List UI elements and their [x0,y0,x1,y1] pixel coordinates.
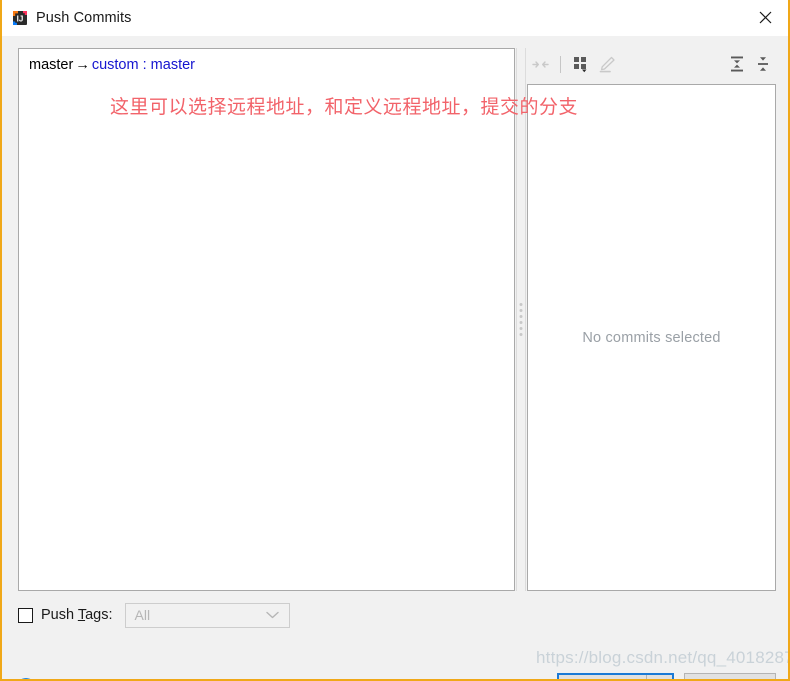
dialog-content: master → custom : master No commits sele… [2,36,788,679]
edit-icon[interactable] [594,51,620,77]
push-tags-checkbox[interactable] [18,607,33,623]
collapse-selection-icon[interactable] [527,51,553,77]
collapse-all-icon[interactable] [750,51,776,77]
group-by-icon[interactable] [568,51,594,77]
branch-selector-row: master → custom : master [29,57,195,73]
chevron-down-icon [265,606,279,624]
commit-list-panel[interactable]: master → custom : master [18,48,515,591]
splitter-line-left [516,48,517,591]
title-bar: IJ Push Commits [2,0,788,36]
push-tags-combobox[interactable]: All [124,602,290,628]
push-split-button[interactable]: Push [557,673,674,679]
remote-selector-link[interactable]: custom [92,57,139,73]
commit-details-panel: No commits selected [527,84,776,591]
push-tags-row: Push Tags: All [18,602,290,628]
branch-separator: : [138,57,151,73]
svg-text:IJ: IJ [17,15,24,24]
push-tags-label: Push Tags: [41,607,113,623]
cancel-button[interactable]: Cancel [684,673,776,679]
empty-state-message: No commits selected [582,329,721,346]
push-tags-value: All [134,607,151,623]
target-branch-link[interactable]: master [151,57,195,73]
push-button[interactable]: Push [559,675,647,679]
close-icon [759,11,772,24]
source-branch-label: master [29,57,74,73]
panel-splitter[interactable] [515,48,527,591]
push-commits-dialog: IJ Push Commits master→custom : master [0,0,790,681]
push-dropdown-button[interactable] [647,675,672,679]
details-toolbar [527,48,776,80]
splitter-grip-icon [519,302,523,337]
intellij-idea-icon: IJ [12,10,28,26]
arrow-icon: → [75,57,90,73]
splitter-line-right [525,48,526,591]
toolbar-separator [560,55,561,73]
close-button[interactable] [742,0,788,34]
window-title: Push Commits [36,10,132,26]
expand-all-icon[interactable] [724,51,750,77]
